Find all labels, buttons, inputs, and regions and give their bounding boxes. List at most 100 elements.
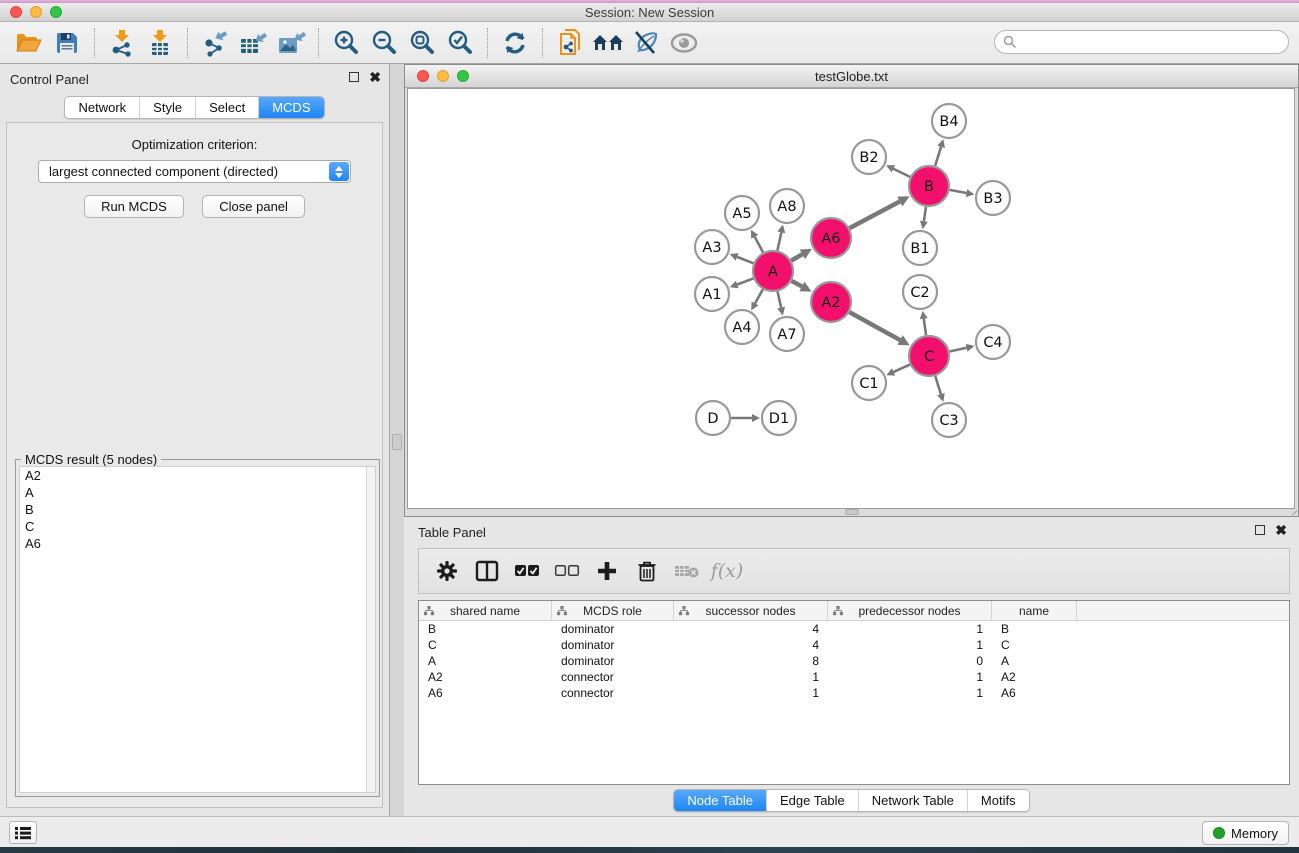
zoom-out-button[interactable] [365,27,403,59]
export-table-button[interactable] [234,27,272,59]
cell-shared_name[interactable]: A2 [419,670,552,684]
add-column-button[interactable] [587,553,627,589]
tab-network-table[interactable]: Network Table [859,790,968,811]
graph-edge[interactable] [935,376,941,394]
cell-shared_name[interactable]: B [419,622,552,636]
save-session-button[interactable] [48,27,86,59]
result-scrollbar[interactable] [366,467,375,792]
graph-edge[interactable] [950,348,967,352]
cell-shared_name[interactable]: A [419,654,552,668]
graph-edge[interactable] [791,254,802,260]
run-mcds-button[interactable]: Run MCDS [84,195,184,218]
column-header-name[interactable]: name [992,601,1077,620]
search-input[interactable] [1017,32,1288,52]
cell-successor[interactable]: 4 [674,638,828,652]
result-item[interactable]: C [20,518,375,535]
table-row[interactable]: A6connector11A6 [419,685,1289,701]
cell-mcds_role[interactable]: dominator [552,654,674,668]
cell-name[interactable]: A6 [992,686,1077,700]
function-builder-button[interactable]: f(x) [707,553,747,589]
column-header-shared_name[interactable]: shared name [419,601,552,620]
graph-edge[interactable] [737,278,753,284]
cell-successor[interactable]: 8 [674,654,828,668]
network-graph[interactable]: B4B2BB3A5A8A6A3B1AA1C2A2A4A7C4CC1C3DD1 [408,89,1296,509]
result-item[interactable]: A2 [20,467,375,484]
table-row[interactable]: Adominator80A [419,653,1289,669]
zoom-selected-button[interactable] [441,27,479,59]
graph-edge[interactable] [850,201,900,228]
cell-mcds_role[interactable]: connector [552,686,674,700]
cell-successor[interactable]: 1 [674,670,828,684]
select-all-columns-button[interactable] [507,553,547,589]
cell-predecessor[interactable]: 0 [828,654,992,668]
graph-edge[interactable] [924,319,926,335]
tab-motifs[interactable]: Motifs [968,790,1029,811]
graph-edge[interactable] [755,237,763,253]
graph-edge[interactable] [792,281,802,287]
cell-shared_name[interactable]: A6 [419,686,552,700]
table-row[interactable]: Cdominator41C [419,637,1289,653]
tab-edge-table[interactable]: Edge Table [767,790,859,811]
cell-name[interactable]: C [992,638,1077,652]
delete-table-button[interactable] [667,553,707,589]
cell-mcds_role[interactable]: dominator [552,622,674,636]
import-network-button[interactable] [103,27,141,59]
graph-edge[interactable] [924,207,926,221]
node-table[interactable]: shared nameMCDS rolesuccessor nodesprede… [418,600,1290,785]
graph-edge[interactable] [737,257,753,263]
table-settings-button[interactable] [427,553,467,589]
column-header-mcds_role[interactable]: MCDS role [552,601,674,620]
close-table-panel-icon[interactable]: ✖ [1275,524,1287,536]
graph-edge[interactable] [893,169,910,177]
cell-successor[interactable]: 4 [674,622,828,636]
graph-edge[interactable] [935,147,941,166]
tab-node-table[interactable]: Node Table [674,790,767,811]
split-divider-handle[interactable] [392,434,402,450]
zoom-fit-button[interactable] [403,27,441,59]
cell-mcds_role[interactable]: connector [552,670,674,684]
result-item[interactable]: A [20,484,375,501]
graph-edge[interactable] [777,232,781,250]
table-row[interactable]: Bdominator41B [419,621,1289,637]
graph-edge[interactable] [894,365,910,372]
resize-grip-icon[interactable] [1281,499,1297,515]
search-field[interactable] [994,30,1289,54]
float-table-panel-icon[interactable] [1255,525,1265,535]
cell-successor[interactable]: 1 [674,686,828,700]
criterion-dropdown[interactable]: largest connected component (directed) [38,160,351,183]
cell-predecessor[interactable]: 1 [828,638,992,652]
graph-edge[interactable] [950,190,967,193]
cell-predecessor[interactable]: 1 [828,670,992,684]
export-image-button[interactable] [272,27,310,59]
close-panel-icon[interactable]: ✖ [369,71,381,83]
cell-name[interactable]: B [992,622,1077,636]
float-panel-icon[interactable] [349,72,359,82]
zoom-in-button[interactable] [327,27,365,59]
tab-select[interactable]: Select [196,97,259,118]
tab-network[interactable]: Network [65,97,140,118]
cell-name[interactable]: A2 [992,670,1077,684]
result-item[interactable]: B [20,501,375,518]
task-history-button[interactable] [9,821,37,844]
tab-style[interactable]: Style [140,97,196,118]
network-bottom-handle[interactable] [845,509,859,515]
column-header-predecessor[interactable]: predecessor nodes [828,601,992,620]
graphics-details-button[interactable] [665,27,703,59]
column-visibility-button[interactable] [467,553,507,589]
graph-edge[interactable] [755,289,763,303]
apply-layout-button[interactable] [496,27,534,59]
network-canvas[interactable]: B4B2BB3A5A8A6A3B1AA1C2A2A4A7C4CC1C3DD1 [407,88,1295,509]
result-item[interactable]: A6 [20,535,375,552]
export-network-button[interactable] [196,27,234,59]
graph-edge[interactable] [849,312,900,340]
cell-predecessor[interactable]: 1 [828,686,992,700]
cell-name[interactable]: A [992,654,1077,668]
open-file-button[interactable] [10,27,48,59]
graph-edge[interactable] [778,291,782,307]
deselect-all-columns-button[interactable] [547,553,587,589]
table-row[interactable]: A2connector11A2 [419,669,1289,685]
close-panel-button[interactable]: Close panel [202,195,305,218]
cell-shared_name[interactable]: C [419,638,552,652]
mcds-result-list[interactable]: A2ABCA6 [19,466,376,793]
cell-predecessor[interactable]: 1 [828,622,992,636]
